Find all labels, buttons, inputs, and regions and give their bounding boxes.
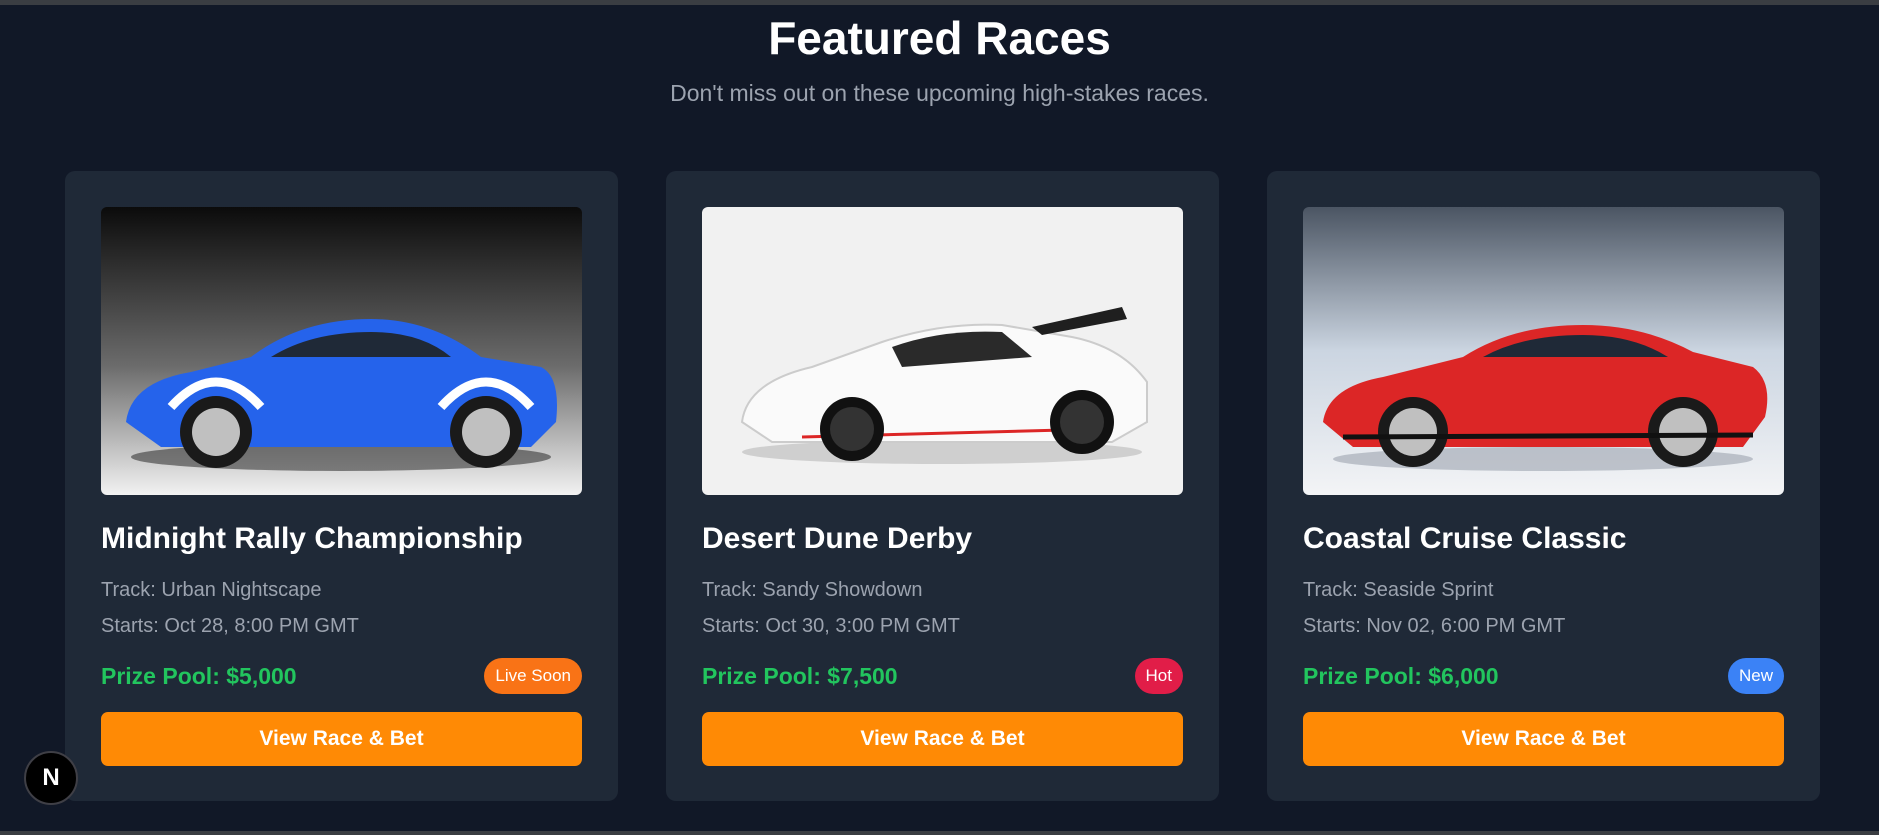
race-car-image (702, 207, 1183, 495)
browser-bottom-edge (0, 831, 1879, 835)
race-card: Desert Dune Derby Track: Sandy Showdown … (666, 171, 1219, 801)
status-badge: New (1727, 658, 1784, 694)
race-car-image (1303, 207, 1784, 495)
race-track: Track: Seaside Sprint (1303, 579, 1494, 601)
race-track: Track: Urban Nightscape (101, 579, 322, 601)
race-card: Coastal Cruise Classic Track: Seaside Sp… (1267, 171, 1820, 801)
prize-pool: Prize Pool: $6,000 (1303, 662, 1499, 689)
race-track: Track: Sandy Showdown (702, 579, 923, 601)
race-start-time: Starts: Oct 30, 3:00 PM GMT (702, 615, 960, 637)
car-photo (702, 207, 1183, 495)
race-card-list: Midnight Rally Championship Track: Urban… (65, 171, 1820, 801)
prize-pool: Prize Pool: $7,500 (702, 662, 898, 689)
nextjs-dev-indicator-icon[interactable]: N (24, 751, 78, 805)
race-car-image (101, 207, 582, 495)
car-photo (1303, 207, 1784, 495)
view-race-bet-button[interactable]: View Race & Bet (101, 712, 582, 766)
view-race-bet-button[interactable]: View Race & Bet (1303, 712, 1784, 766)
car-photo (101, 207, 582, 495)
section-title: Featured Races (768, 12, 1111, 64)
section-subtitle: Don't miss out on these upcoming high-st… (670, 80, 1209, 106)
race-card: Midnight Rally Championship Track: Urban… (65, 171, 618, 801)
race-name: Desert Dune Derby (702, 522, 973, 555)
race-start-time: Starts: Oct 28, 8:00 PM GMT (101, 615, 359, 637)
dev-badge-letter: N (42, 764, 60, 791)
status-badge: Hot (1134, 658, 1183, 694)
race-name: Coastal Cruise Classic (1303, 522, 1627, 555)
view-race-bet-button[interactable]: View Race & Bet (702, 712, 1183, 766)
prize-pool: Prize Pool: $5,000 (101, 662, 297, 689)
race-start-time: Starts: Nov 02, 6:00 PM GMT (1303, 615, 1566, 637)
featured-races-section: Featured Races Don't miss out on these u… (0, 0, 1879, 835)
race-name: Midnight Rally Championship (101, 522, 523, 555)
status-badge: Live Soon (484, 658, 582, 694)
